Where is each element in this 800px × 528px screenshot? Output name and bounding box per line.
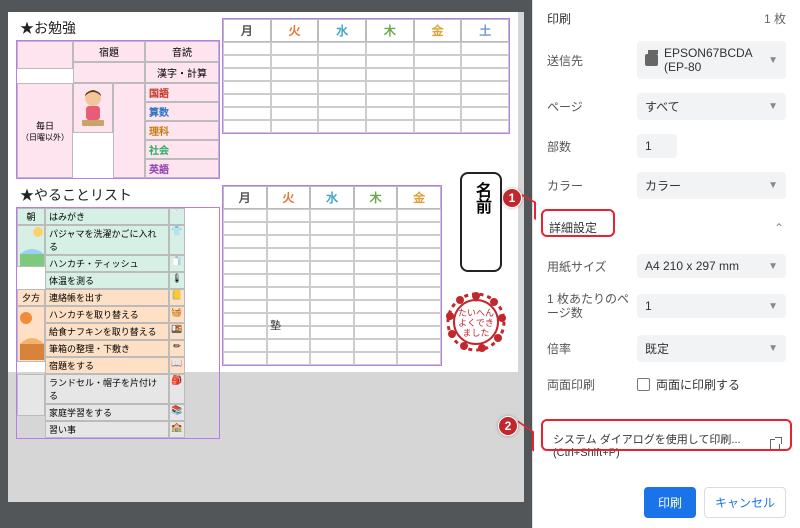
copies-input[interactable]: 1 [637, 134, 677, 158]
section2-title: ★やることリスト [16, 185, 220, 205]
pages-per-sheet-select[interactable]: 1 ▼ [637, 294, 786, 318]
chevron-up-icon: ⌃ [774, 221, 784, 235]
checkbox-icon [637, 378, 650, 391]
chevron-down-icon: ▼ [768, 301, 778, 312]
other-image [17, 374, 45, 416]
destination-select[interactable]: EPSON67BCDA (EP-80 ▼ [637, 41, 786, 79]
subject-sansu: 算数 [145, 102, 219, 121]
yuu-label: 夕方 [17, 289, 45, 306]
print-sidebar: 印刷 1 枚 送信先 EPSON67BCDA (EP-80 ▼ ページ すべて … [532, 0, 800, 528]
stamp-icon: たいへん よくでき ました [444, 290, 508, 354]
chevron-down-icon: ▼ [768, 261, 778, 272]
asa-label: 朝 [17, 208, 45, 225]
study-kid-icon [73, 83, 113, 133]
section1-title: ★お勉強 [16, 18, 220, 38]
pages-select[interactable]: すべて ▼ [637, 93, 786, 120]
todo-item: 体温を測る [45, 272, 169, 289]
printer-icon [645, 54, 658, 66]
preview-page: ★お勉強 宿題 音読 [8, 12, 518, 372]
day-thu: 木 [366, 19, 414, 42]
day2-mon: 月 [223, 186, 267, 209]
preview-background: ★お勉強 宿題 音読 [8, 12, 524, 502]
paper-size-select[interactable]: A4 210 x 297 mm ▼ [637, 254, 786, 278]
todo-item: パジャマを洗濯かごに入れる [45, 225, 169, 255]
copies-label: 部数 [547, 138, 637, 155]
subject-shakai: 社会 [145, 140, 219, 159]
color-label: カラー [547, 177, 637, 194]
asa-image [17, 225, 45, 267]
day-tue: 火 [271, 19, 319, 42]
todo-item: はみがき [45, 208, 169, 225]
day2-wed: 水 [310, 186, 354, 209]
todo-item: 筆箱の整理・下敷き [45, 340, 169, 357]
day-wed: 水 [318, 19, 366, 42]
yuu-image [17, 306, 45, 362]
every-day-label: 毎日 （日曜以外） [17, 83, 73, 178]
callout-1: 1 [502, 188, 522, 208]
header-kanji: 漢字・計算 [145, 62, 219, 83]
scale-select[interactable]: 既定 ▼ [637, 335, 786, 362]
cancel-button[interactable]: キャンセル [704, 487, 786, 518]
print-button[interactable]: 印刷 [644, 487, 696, 518]
todo-item: 給食ナフキンを取り替える [45, 323, 169, 340]
todo-item: ハンカチ・ティッシュ [45, 255, 169, 272]
day-fri: 金 [414, 19, 462, 42]
svg-text:よくでき: よくでき [458, 318, 494, 328]
chevron-down-icon: ▼ [768, 343, 778, 354]
chevron-down-icon: ▼ [768, 101, 778, 112]
callout-box-2 [541, 419, 792, 451]
duplex-checkbox[interactable]: 両面に印刷する [637, 376, 740, 393]
subject-kokugo: 国語 [145, 83, 219, 102]
todo-item: 宿題をする [45, 357, 169, 374]
juku-label: 塾 [270, 317, 281, 333]
destination-label: 送信先 [547, 52, 637, 69]
header-ondoku: 音読 [145, 41, 219, 62]
day-sat: 土 [461, 19, 509, 42]
paper-size-label: 用紙サイズ [547, 258, 637, 275]
todo-item: 家庭学習をする [45, 404, 169, 421]
name-box: 名前 [460, 172, 502, 272]
duplex-label: 両面印刷 [547, 376, 637, 393]
color-select[interactable]: カラー ▼ [637, 172, 786, 199]
print-preview-pane: ★お勉強 宿題 音読 [0, 0, 532, 528]
day-mon: 月 [223, 19, 271, 42]
callout-box-1 [541, 209, 615, 237]
chevron-down-icon: ▼ [768, 55, 778, 66]
day2-fri: 金 [397, 186, 441, 209]
todo-item: 習い事 [45, 421, 169, 438]
header-homework: 宿題 [73, 41, 145, 62]
subject-eigo: 英語 [145, 159, 219, 178]
sidebar-title: 印刷 [547, 10, 571, 27]
svg-text:ました: ました [462, 328, 489, 338]
subject-rika: 理科 [145, 121, 219, 140]
todo-item: ハンカチを取り替える [45, 306, 169, 323]
pages-per-sheet-label: 1 枚あたりのページ数 [547, 292, 637, 321]
scale-label: 倍率 [547, 340, 637, 357]
todo-item: 連絡帳を出す [45, 289, 169, 306]
day2-thu: 木 [354, 186, 398, 209]
todo-item: ランドセル・帽子を片付ける [45, 374, 169, 404]
svg-text:たいへん: たいへん [458, 308, 494, 318]
chevron-down-icon: ▼ [768, 180, 778, 191]
callout-2: 2 [498, 416, 518, 436]
sheet-count: 1 枚 [764, 10, 786, 27]
pages-label: ページ [547, 98, 637, 115]
day2-tue: 火 [267, 186, 311, 209]
